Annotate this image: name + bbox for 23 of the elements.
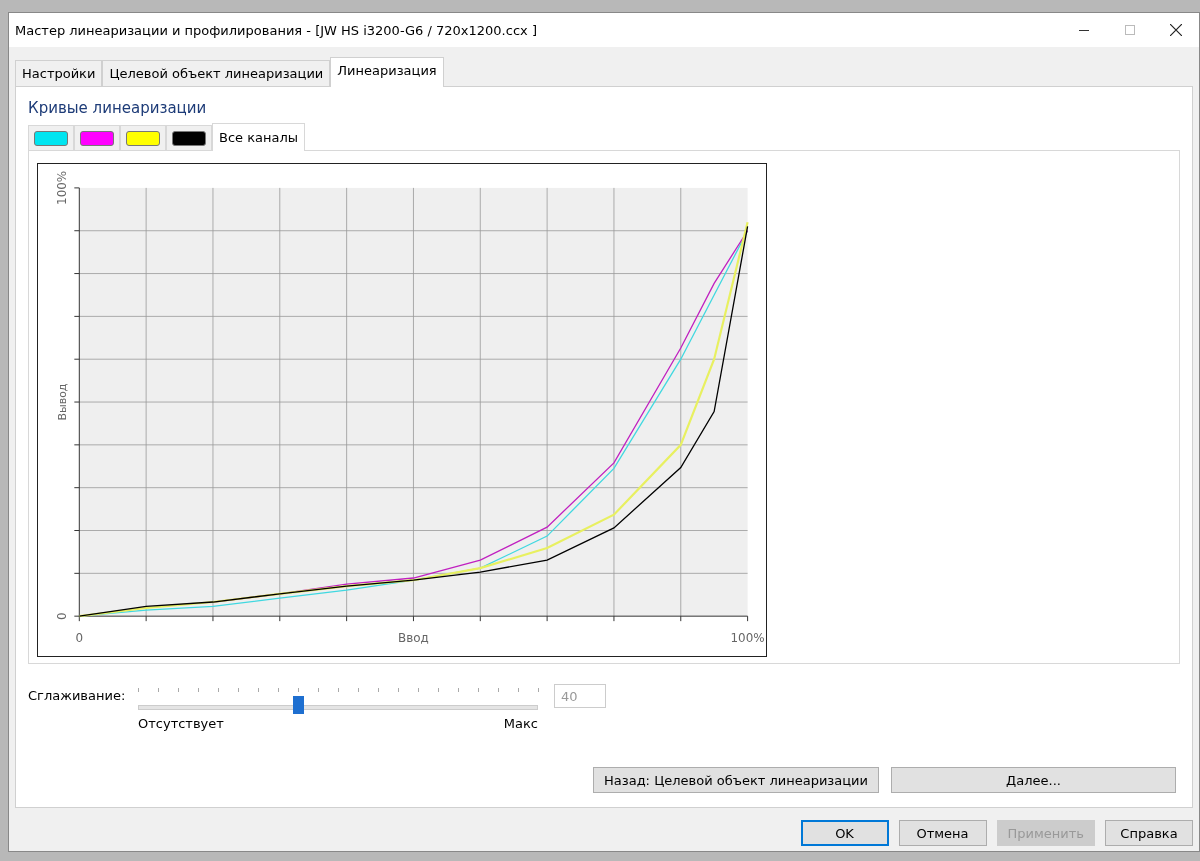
tab[interactable]: Линеаризация: [330, 57, 444, 87]
y-tick-label: 0: [55, 612, 70, 620]
minimize-icon[interactable]: [1079, 29, 1089, 31]
channel-tab[interactable]: Все каналы: [212, 123, 306, 151]
max-label: Макс: [503, 716, 538, 731]
tab[interactable]: Настройки: [15, 60, 103, 86]
slider-thumb[interactable]: [293, 696, 304, 714]
dialog-button[interactable]: Отмена: [898, 820, 987, 846]
section-title: Кривые линеаризации: [28, 99, 208, 117]
y-tick-label: 100%: [55, 170, 70, 205]
y-axis-label: Вывод: [56, 383, 70, 421]
min-label: Отсутствует: [138, 716, 224, 731]
dialog-button[interactable]: Справка: [1105, 820, 1193, 846]
smoothing-label: Сглаживание:: [28, 687, 127, 703]
window-title: Мастер линеаризации и профилирования - [JW HS i3200-G6 / 720x1200.ccx ]: [15, 22, 538, 38]
x-tick-label: 0: [75, 631, 84, 646]
dialog-button[interactable]: OK: [800, 820, 889, 846]
close-icon[interactable]: [1170, 24, 1182, 36]
x-axis-label: Ввод: [398, 631, 429, 646]
x-tick-label: 100%: [730, 631, 765, 646]
nav-button[interactable]: Далее...: [891, 767, 1176, 793]
nav-button[interactable]: Назад: Целевой объект линеаризации: [593, 767, 879, 793]
tab[interactable]: Целевой объект линеаризации: [102, 60, 331, 86]
